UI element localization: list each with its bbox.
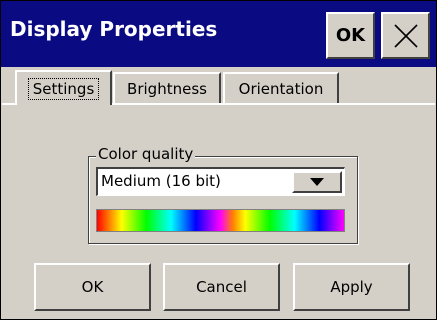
color-quality-select[interactable]: Medium (16 bit) [96, 167, 345, 196]
dropdown-button[interactable] [292, 171, 342, 193]
window-title: Display Properties [10, 17, 218, 41]
tab-orientation[interactable]: Orientation [223, 72, 339, 103]
ok-button[interactable]: OK [34, 263, 151, 311]
title-bar: Display Properties OK [1, 1, 436, 67]
chevron-down-icon [310, 178, 324, 186]
color-quality-label: Color quality [96, 145, 196, 163]
color-quality-value: Medium (16 bit) [101, 172, 221, 190]
title-ok-button[interactable]: OK [326, 12, 375, 59]
apply-button[interactable]: Apply [293, 263, 410, 311]
cancel-button[interactable]: Cancel [163, 263, 280, 311]
tab-settings-label: Settings [27, 77, 100, 100]
display-properties-dialog: Display Properties OK Settings Brightnes… [0, 0, 437, 320]
color-spectrum-preview [96, 209, 345, 232]
tab-orientation-label: Orientation [238, 79, 324, 98]
close-icon [393, 23, 418, 48]
tab-brightness[interactable]: Brightness [113, 72, 221, 103]
tab-brightness-label: Brightness [127, 79, 207, 98]
close-button[interactable] [381, 12, 430, 59]
tab-settings[interactable]: Settings [15, 70, 112, 105]
